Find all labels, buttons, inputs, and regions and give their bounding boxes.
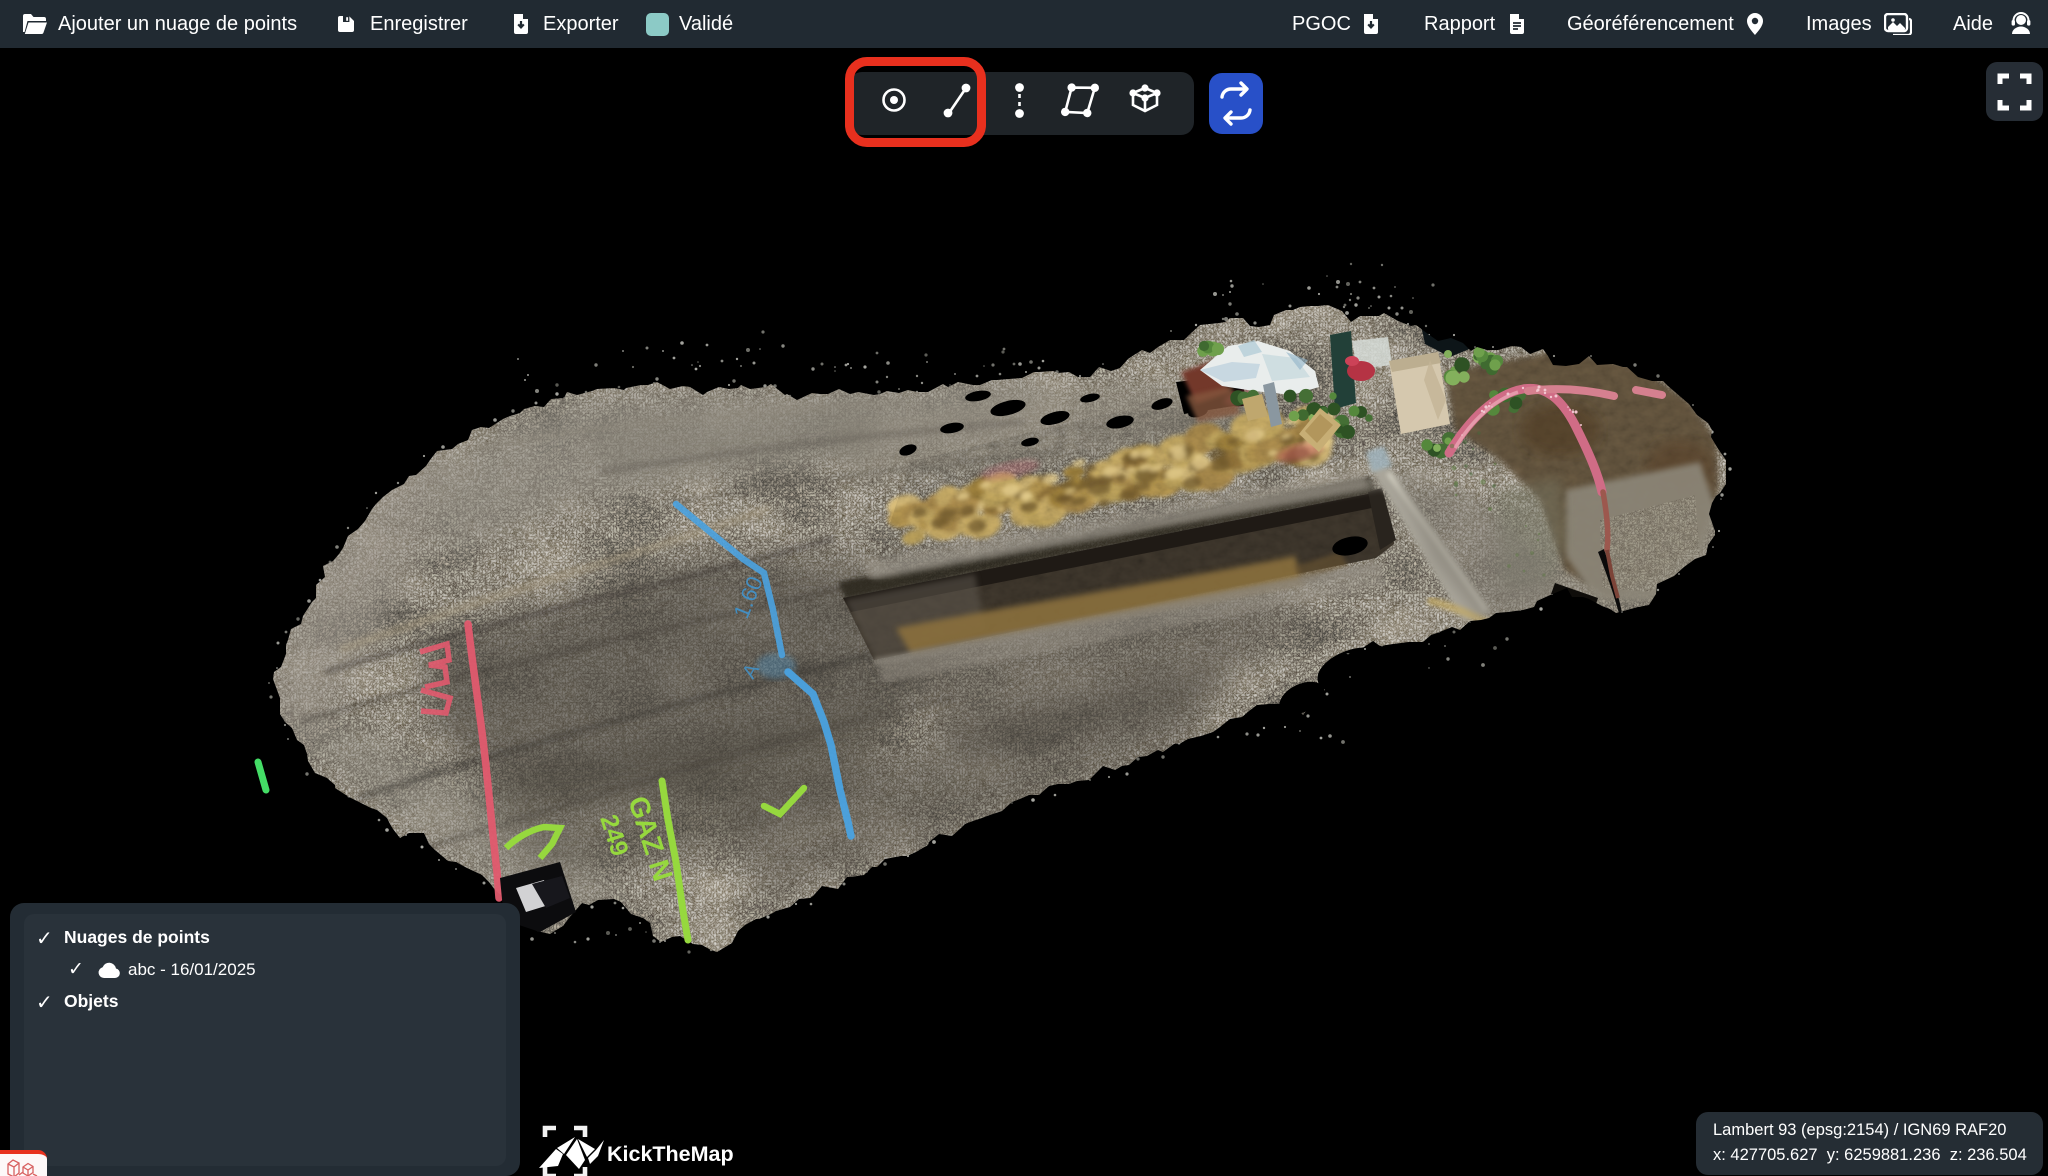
svg-text:KickTheMap: KickTheMap — [607, 1142, 734, 1166]
